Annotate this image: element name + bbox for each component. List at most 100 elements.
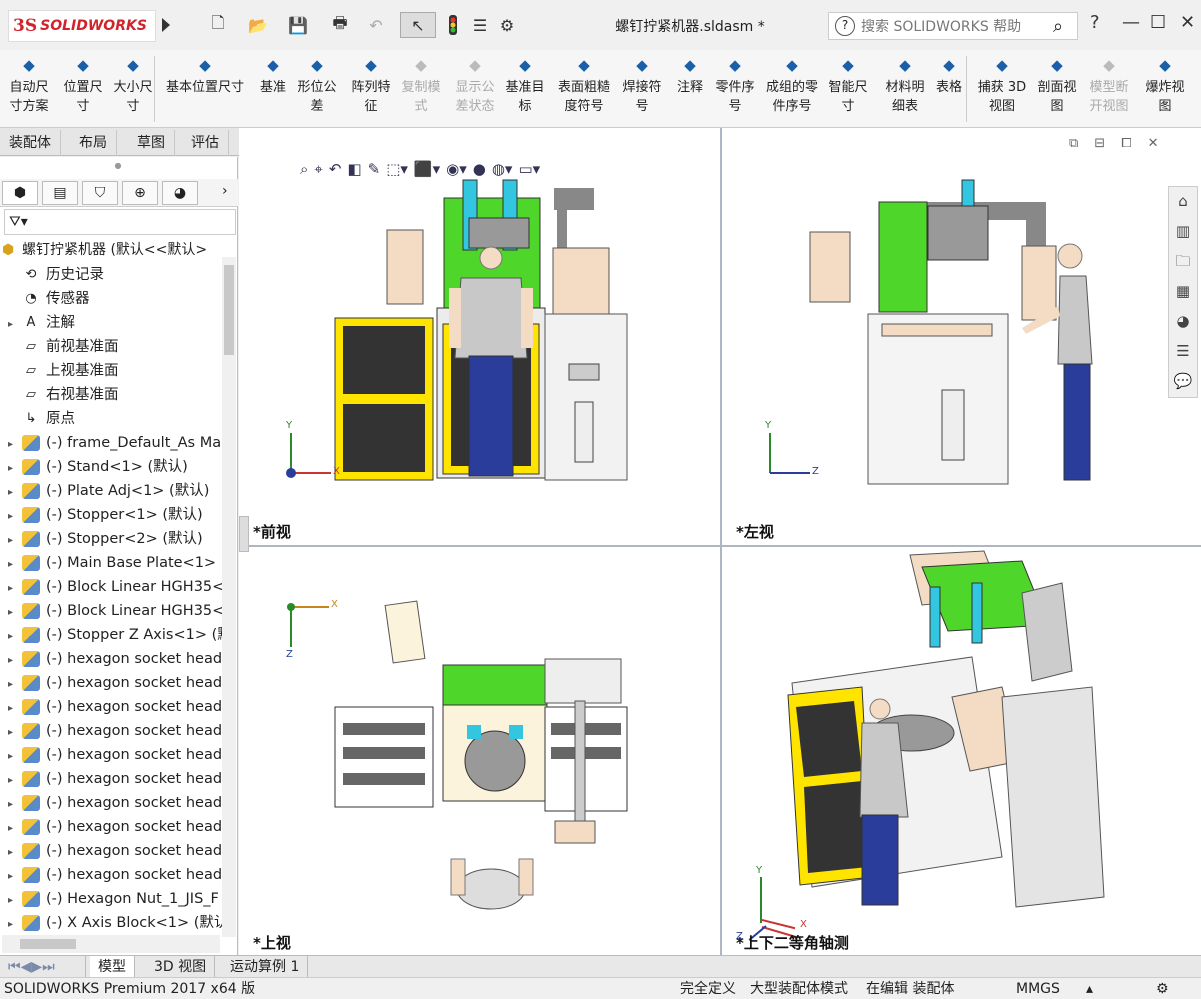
undo-icon[interactable]: ↶ <box>362 12 390 38</box>
ribbon-button-7[interactable]: ◆ 复制模式 <box>398 54 444 116</box>
ribbon-button-8[interactable]: ◆ 显示公差状态 <box>450 54 500 116</box>
open-document-icon[interactable]: 📂 <box>244 12 272 38</box>
print-icon[interactable]: 🖶 <box>324 12 356 38</box>
display-manager-tab-icon[interactable]: ◕ <box>162 181 198 205</box>
custom-properties-icon[interactable]: ☰ <box>1169 337 1197 365</box>
tree-item[interactable]: ▸ (-) hexagon socket head <box>0 695 222 719</box>
tree-item[interactable]: ▱ 上视基准面 <box>0 359 222 383</box>
expand-arrow-icon[interactable]: ▸ <box>8 697 22 719</box>
expand-arrow-icon[interactable]: ▸ <box>8 745 22 767</box>
ribbon-button-20[interactable]: ◆ 模型断开视图 <box>1086 54 1132 116</box>
bottom-tab-0[interactable]: 模型 <box>90 956 135 978</box>
ribbon-button-13[interactable]: ◆ 零件序号 <box>712 54 758 116</box>
ribbon-button-21[interactable]: ◆ 爆炸视图 <box>1140 54 1190 116</box>
select-arrow-icon[interactable]: ↖ <box>400 12 436 38</box>
tree-item[interactable]: ▸ (-) Plate Adj<1> (默认) <box>0 479 222 503</box>
edit-appearance-icon[interactable]: ● <box>473 160 486 184</box>
configuration-tab-icon[interactable]: ⛉ <box>82 181 118 205</box>
isometric-view-label[interactable]: *上下二等角轴测 <box>736 932 849 953</box>
tree-item[interactable]: ▸ (-) frame_Default_As Ma <box>0 431 222 455</box>
isometric-view-pane[interactable]: Y X Z *上下二等角轴测 <box>722 547 1201 955</box>
ribbon-button-4[interactable]: ◆ 基准 <box>256 54 290 97</box>
new-document-icon[interactable]: 🗋 <box>206 12 230 38</box>
ribbon-button-6[interactable]: ◆ 阵列特征 <box>348 54 394 116</box>
zoom-to-area-icon[interactable]: ⌖ <box>314 160 322 184</box>
menu-expand-arrow[interactable] <box>162 18 170 32</box>
expand-arrow-icon[interactable]: ▸ <box>8 625 22 647</box>
tree-item[interactable]: ▱ 右视基准面 <box>0 383 222 407</box>
tree-item[interactable]: ▸ (-) Block Linear HGH35< <box>0 599 222 623</box>
panel-grip-icon[interactable]: ● <box>110 161 126 171</box>
rebuild-status-icon[interactable]: ⚙ <box>1156 978 1169 999</box>
ribbon-button-3[interactable]: ◆ 基本位置尺寸 <box>162 54 248 97</box>
view-palette-icon[interactable]: ▦ <box>1169 277 1197 305</box>
apply-scene-icon[interactable]: ◍▾ <box>492 160 513 184</box>
help-button[interactable]: ? <box>1090 12 1100 33</box>
ribbon-button-0[interactable]: ◆ 自动尺寸方案 <box>6 54 52 116</box>
tree-item[interactable]: ▸ (-) Block Linear HGH35< <box>0 575 222 599</box>
maximize-button[interactable]: ☐ <box>1150 12 1166 33</box>
tab-3[interactable]: 评估 <box>182 130 229 156</box>
ribbon-button-18[interactable]: ◆ 捕获 3D 视图 <box>976 54 1028 116</box>
expand-arrow-icon[interactable]: ▸ <box>8 577 22 599</box>
left-view-pane[interactable]: Y Z *左视 <box>722 128 1201 544</box>
expand-arrow-icon[interactable]: ▸ <box>8 841 22 863</box>
tree-item[interactable]: ▸ (-) Stopper Z Axis<1> (默 <box>0 623 222 647</box>
options-gear-icon[interactable]: ⚙ <box>494 12 520 38</box>
property-manager-tab-icon[interactable]: ▤ <box>42 181 78 205</box>
solidworks-logo[interactable]: 3S SOLIDWORKS <box>8 10 156 42</box>
expand-arrow-icon[interactable]: ▸ <box>8 505 22 527</box>
tree-item[interactable]: ↳ 原点 <box>0 407 222 431</box>
top-view-pane[interactable]: X Z *上视 <box>239 547 719 955</box>
hide-show-items-icon[interactable]: ◉▾ <box>446 160 467 184</box>
ribbon-button-1[interactable]: ◆ 位置尺寸 <box>60 54 106 116</box>
save-icon[interactable]: 💾 <box>284 12 312 38</box>
chevron-right-icon[interactable]: › <box>222 183 228 199</box>
ribbon-button-12[interactable]: ◆ 注释 <box>672 54 708 97</box>
tree-item[interactable]: ▸ (-) Hexagon Nut_1_JIS_F <box>0 887 222 911</box>
tree-item[interactable]: ▸ A 注解 <box>0 311 222 335</box>
ribbon-button-5[interactable]: ◆ 形位公差 <box>294 54 340 116</box>
help-search-box[interactable]: ? 搜索 SOLIDWORKS 帮助 ⌕ <box>828 12 1078 40</box>
tab-0[interactable]: 装配体 <box>0 130 61 156</box>
bottom-tab-1[interactable]: 3D 视图 <box>146 956 216 978</box>
file-properties-icon[interactable]: ☰ <box>470 12 490 38</box>
rebuild-icon[interactable] <box>444 12 462 38</box>
ribbon-button-14[interactable]: ◆ 成组的零件序号 <box>762 54 822 116</box>
expand-arrow-icon[interactable]: ▸ <box>8 793 22 815</box>
left-view-label[interactable]: *左视 <box>736 521 774 542</box>
tree-item[interactable]: ⟲ 历史记录 <box>0 263 222 287</box>
dynamic-annotation-icon[interactable]: ✎ <box>368 160 381 184</box>
front-view-pane[interactable]: Y X *前视 <box>239 128 719 544</box>
appearances-icon[interactable]: ◕ <box>1169 307 1197 335</box>
ribbon-button-15[interactable]: ◆ 智能尺寸 <box>828 54 868 116</box>
expand-arrow-icon[interactable]: ▸ <box>8 553 22 575</box>
tree-filter[interactable]: ⛛▾ <box>4 209 236 235</box>
display-style-icon[interactable]: ⬛▾ <box>414 160 440 184</box>
tree-item[interactable]: ▸ (-) Stand<1> (默认) <box>0 455 222 479</box>
ribbon-button-10[interactable]: ◆ 表面粗糙度符号 <box>554 54 614 116</box>
tab-1[interactable]: 布局 <box>70 130 117 156</box>
tree-item[interactable]: ◔ 传感器 <box>0 287 222 311</box>
search-input[interactable]: 搜索 SOLIDWORKS 帮助 <box>861 16 1053 36</box>
expand-arrow-icon[interactable]: ▸ <box>8 721 22 743</box>
tab-2[interactable]: 草图 <box>128 130 175 156</box>
zoom-to-fit-icon[interactable]: ⌕ <box>300 160 308 184</box>
expand-arrow-icon[interactable]: ▸ <box>8 865 22 887</box>
unit-dropdown-icon[interactable]: ▴ <box>1086 978 1093 999</box>
expand-arrow-icon[interactable]: ▸ <box>8 313 22 335</box>
expand-arrow-icon[interactable]: ▸ <box>8 769 22 791</box>
tree-item[interactable]: ▸ (-) hexagon socket head <box>0 863 222 887</box>
previous-view-icon[interactable]: ↶ <box>329 160 342 184</box>
close-button[interactable]: ✕ <box>1180 12 1195 33</box>
ribbon-button-11[interactable]: ◆ 焊接符号 <box>620 54 664 116</box>
design-library-icon[interactable]: ▥ <box>1169 217 1197 245</box>
expand-arrow-icon[interactable]: ▸ <box>8 457 22 479</box>
forum-icon[interactable]: 💬 <box>1169 367 1197 395</box>
home-icon[interactable]: ⌂ <box>1169 187 1197 215</box>
tree-item[interactable]: ▸ (-) Stopper<2> (默认) <box>0 527 222 551</box>
tree-item[interactable]: ▸ (-) hexagon socket head <box>0 671 222 695</box>
tree-root[interactable]: ⬢ 螺钉拧紧机器 (默认<<默认> <box>2 239 236 261</box>
graphics-area[interactable]: ⧉ ⊟ ⧠ ✕ Y X *前视 Y Z *左视 X Z *上视 Y X Z *上… <box>239 128 1201 955</box>
tree-item[interactable]: ▸ (-) hexagon socket head <box>0 743 222 767</box>
